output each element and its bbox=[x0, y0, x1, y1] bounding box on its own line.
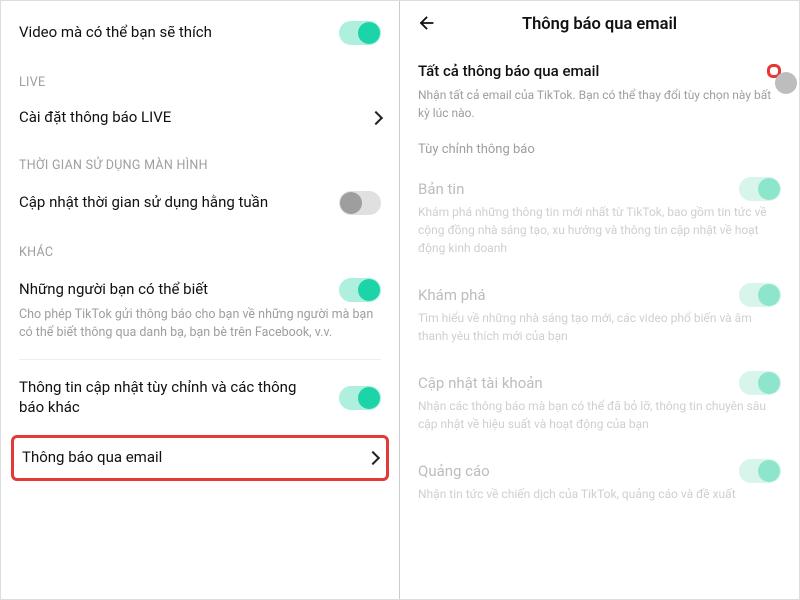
chevron-right-icon bbox=[366, 451, 380, 465]
toggle-custom-updates[interactable] bbox=[339, 386, 381, 410]
toggle-people-know[interactable] bbox=[339, 278, 381, 302]
left-pane: Video mà có thể bạn sẽ thích LIVE Cài đặ… bbox=[1, 1, 400, 599]
row-all-email[interactable]: Tất cả thông báo qua email bbox=[400, 48, 799, 82]
account-update-sub: Nhận các thông báo mà bạn có thể đã bỏ l… bbox=[400, 395, 799, 445]
row-email-notif[interactable]: Thông báo qua email bbox=[14, 438, 386, 478]
account-update-label: Cập nhật tài khoản bbox=[418, 374, 543, 392]
discover-label: Khám phá bbox=[418, 286, 486, 304]
ads-sub: Nhận tin tức về chiến dịch của TikTok, q… bbox=[400, 483, 799, 515]
all-email-sub: Nhận tất cả email của TikTok. Bạn có thể… bbox=[400, 82, 799, 132]
back-button[interactable] bbox=[416, 12, 438, 38]
arrow-left-icon bbox=[416, 12, 438, 34]
newsletter-label: Bản tin bbox=[418, 180, 464, 198]
section-screen-time: THỜI GIAN SỬ DỤNG MÀN HÌNH bbox=[1, 140, 399, 179]
custom-updates-label: Thông tin cập nhật tùy chỉnh và các thôn… bbox=[19, 378, 299, 417]
people-know-label: Những người bạn có thể biết bbox=[19, 280, 208, 300]
row-ads[interactable]: Quảng cáo bbox=[400, 445, 799, 483]
people-know-sub: Cho phép TikTok gửi thông báo cho bạn về… bbox=[1, 306, 399, 354]
highlight-email-notif: Thông báo qua email bbox=[11, 435, 389, 481]
toggle-ads[interactable] bbox=[739, 459, 781, 483]
header-bar: Thông báo qua email bbox=[400, 1, 799, 48]
row-people-know[interactable]: Những người bạn có thể biết bbox=[1, 266, 399, 306]
all-email-label: Tất cả thông báo qua email bbox=[418, 62, 599, 80]
toggle-newsletter[interactable] bbox=[739, 177, 781, 201]
row-custom-updates[interactable]: Thông tin cập nhật tùy chỉnh và các thôn… bbox=[1, 366, 399, 429]
page-title: Thông báo qua email bbox=[522, 15, 677, 34]
toggle-weekly-update[interactable] bbox=[339, 191, 381, 215]
toggle-video-suggest[interactable] bbox=[339, 21, 381, 45]
row-account-update[interactable]: Cập nhật tài khoản bbox=[400, 357, 799, 395]
toggle-account-update[interactable] bbox=[739, 371, 781, 395]
highlight-all-email-toggle bbox=[767, 64, 781, 78]
right-pane: Thông báo qua email Tất cả thông báo qua… bbox=[400, 1, 799, 599]
weekly-update-label: Cập nhật thời gian sử dụng hằng tuần bbox=[19, 193, 268, 213]
row-discover[interactable]: Khám phá bbox=[400, 269, 799, 307]
email-notif-label: Thông báo qua email bbox=[22, 448, 162, 468]
row-newsletter[interactable]: Bản tin bbox=[400, 163, 799, 201]
customize-label: Tùy chỉnh thông báo bbox=[400, 132, 799, 163]
live-setting-label: Cài đặt thông báo LIVE bbox=[19, 108, 171, 128]
row-video-suggest[interactable]: Video mà có thể bạn sẽ thích bbox=[1, 9, 399, 57]
discover-sub: Tìm hiểu về những nhà sáng tạo mới, các … bbox=[400, 307, 799, 357]
divider bbox=[19, 359, 381, 360]
ads-label: Quảng cáo bbox=[418, 462, 490, 480]
toggle-discover[interactable] bbox=[739, 283, 781, 307]
row-live-setting[interactable]: Cài đặt thông báo LIVE bbox=[1, 96, 399, 140]
section-live: LIVE bbox=[1, 57, 399, 96]
video-suggest-label: Video mà có thể bạn sẽ thích bbox=[19, 23, 212, 43]
chevron-right-icon bbox=[369, 111, 383, 125]
row-weekly-update[interactable]: Cập nhật thời gian sử dụng hằng tuần bbox=[1, 179, 399, 227]
newsletter-sub: Khám phá những thông tin mới nhất từ Tik… bbox=[400, 201, 799, 269]
section-other: KHÁC bbox=[1, 227, 399, 266]
